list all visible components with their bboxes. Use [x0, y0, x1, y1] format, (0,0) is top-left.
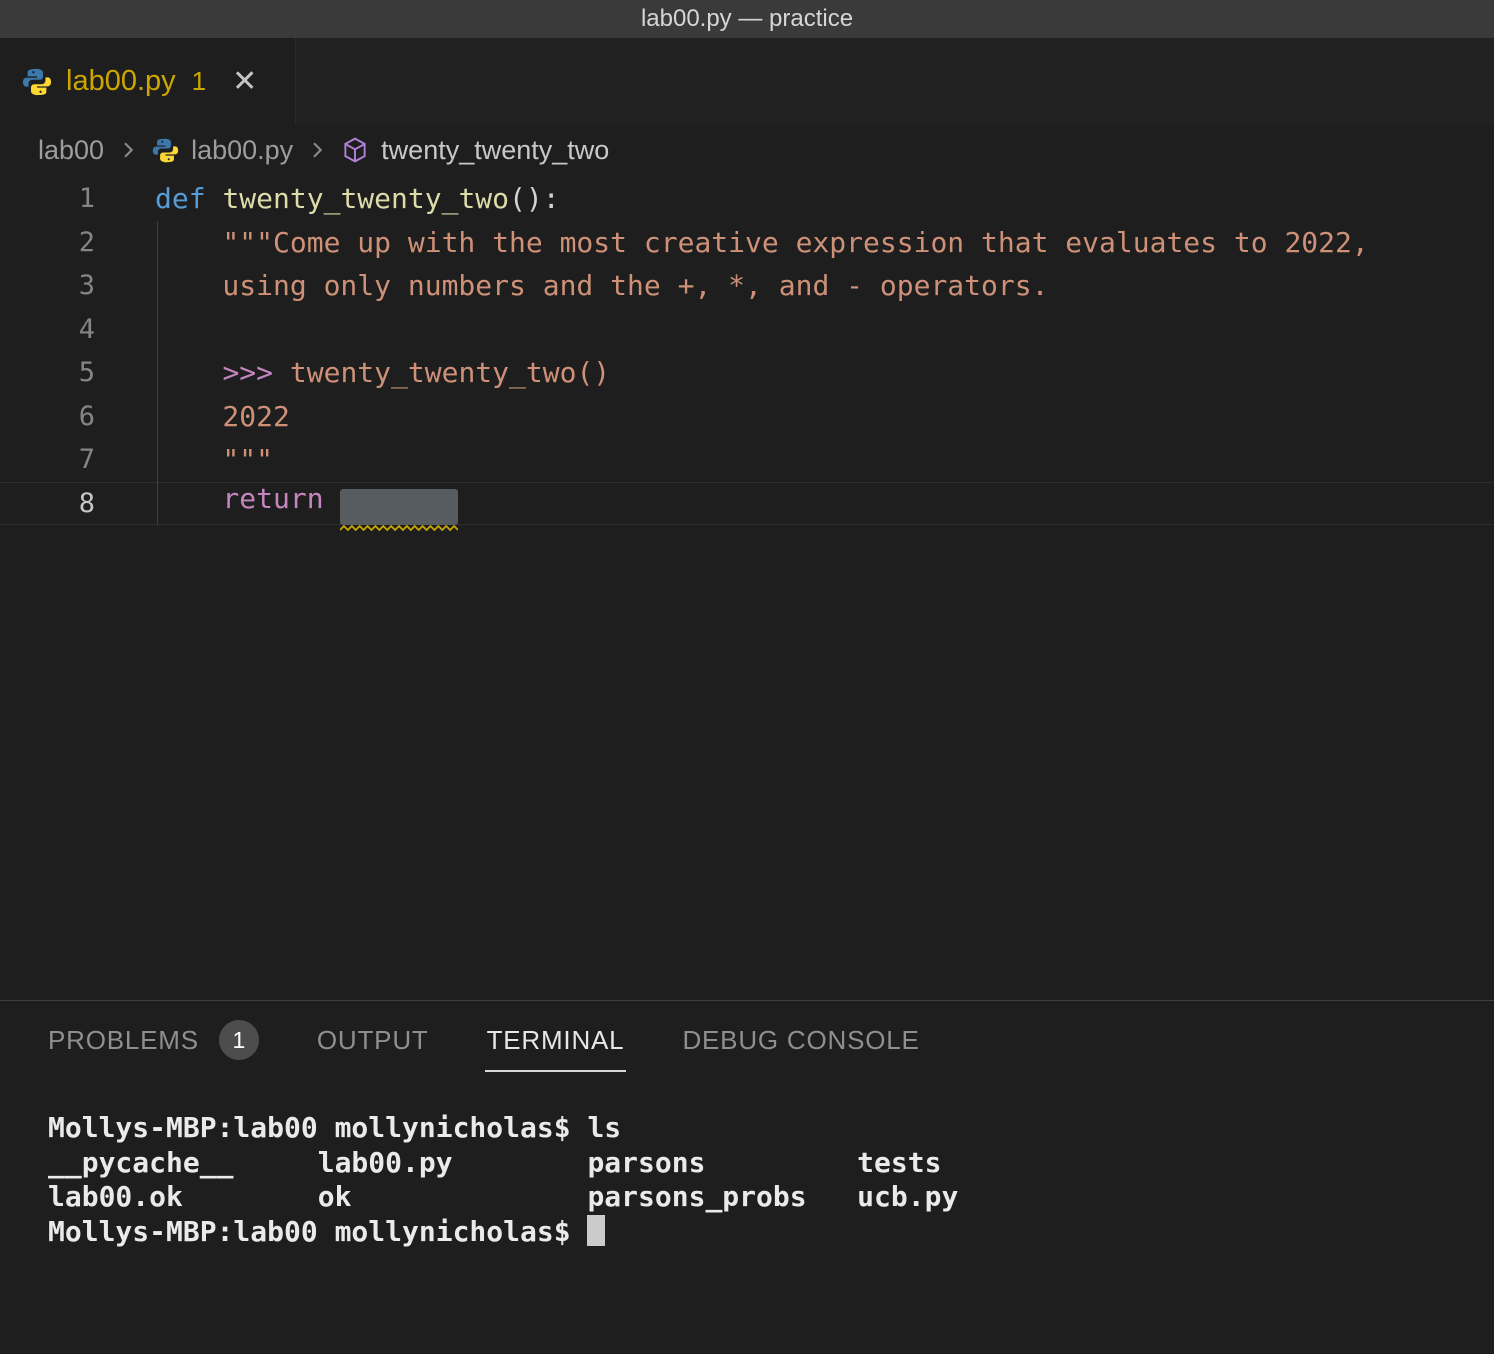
code-line-8[interactable]: 8 return — [0, 482, 1494, 526]
breadcrumb: lab00 lab00.py twenty_twenty_two — [0, 125, 1494, 175]
panel-tab-label: PROBLEMS — [48, 1025, 199, 1056]
code-text: using only numbers and the +, *, and - o… — [95, 269, 1048, 302]
python-file-icon — [22, 67, 52, 97]
answer-blank[interactable] — [340, 489, 458, 525]
tab-lab00py[interactable]: lab00.py 1 ✕ — [0, 38, 296, 125]
symbol-module-icon — [341, 136, 369, 164]
code-token: (): — [509, 182, 560, 215]
breadcrumb-folder[interactable]: lab00 — [38, 135, 104, 166]
panel-tab-label: TERMINAL — [487, 1025, 625, 1056]
title-bar: lab00.py — practice — [0, 0, 1494, 38]
panel-tab-label: DEBUG CONSOLE — [682, 1025, 919, 1056]
window-title: lab00.py — practice — [641, 5, 853, 33]
terminal[interactable]: Mollys-MBP:lab00 mollynicholas$ ls__pyca… — [0, 1085, 1494, 1354]
panel-tab-output[interactable]: OUTPUT — [315, 1015, 431, 1072]
code-line-7[interactable]: 7 """ — [0, 438, 1494, 482]
code-token: def — [155, 182, 222, 215]
panel-tab-terminal[interactable]: TERMINAL — [485, 1015, 627, 1072]
code-editor[interactable]: 1def twenty_twenty_two():2 """Come up wi… — [0, 175, 1494, 1000]
line-number[interactable]: 8 — [0, 488, 95, 519]
terminal-prompt: Mollys-MBP:lab00 mollynicholas$ — [48, 1215, 587, 1248]
editor-tab-bar: lab00.py 1 ✕ — [0, 38, 1494, 125]
code-text: def twenty_twenty_two(): — [95, 182, 560, 215]
code-token: twenty_twenty_two() — [290, 356, 610, 389]
tab-problems-badge: 1 — [192, 66, 206, 97]
code-text: """Come up with the most creative expres… — [95, 226, 1369, 259]
code-token: 2022 — [155, 400, 290, 433]
code-text: """ — [95, 443, 273, 476]
line-number[interactable]: 7 — [0, 444, 95, 475]
code-line-6[interactable]: 6 2022 — [0, 395, 1494, 439]
line-number[interactable]: 3 — [0, 270, 95, 301]
breadcrumb-file[interactable]: lab00.py — [191, 135, 293, 166]
line-number[interactable]: 2 — [0, 227, 95, 258]
panel-tab-label: OUTPUT — [317, 1025, 429, 1056]
line-number[interactable]: 1 — [0, 183, 95, 214]
panel-tab-problems[interactable]: PROBLEMS 1 — [46, 1010, 261, 1076]
code-token: return — [155, 482, 340, 515]
code-token: """ — [155, 443, 273, 476]
code-line-2[interactable]: 2 """Come up with the most creative expr… — [0, 221, 1494, 265]
indent-guide — [157, 221, 158, 525]
code-token: using only numbers and the +, *, and - o… — [155, 269, 1048, 302]
warning-squiggle-icon — [340, 525, 458, 531]
breadcrumb-symbol[interactable]: twenty_twenty_two — [381, 135, 609, 166]
terminal-line: Mollys-MBP:lab00 mollynicholas$ ls — [48, 1111, 1494, 1146]
terminal-cursor — [587, 1215, 605, 1246]
panel-tab-bar: PROBLEMS 1 OUTPUT TERMINAL DEBUG CONSOLE — [0, 1001, 1494, 1085]
code-line-5[interactable]: 5 >>> twenty_twenty_two() — [0, 351, 1494, 395]
code-token: >>> — [222, 356, 289, 389]
code-text: return — [95, 482, 458, 525]
terminal-line: __pycache__ lab00.py parsons tests — [48, 1146, 1494, 1181]
tab-label: lab00.py — [66, 65, 176, 98]
code-text: 2022 — [95, 400, 290, 433]
problems-count-badge: 1 — [219, 1020, 259, 1060]
close-icon[interactable]: ✕ — [232, 67, 257, 97]
code-token: """Come up with the most creative expres… — [155, 226, 1369, 259]
terminal-prompt-line: Mollys-MBP:lab00 mollynicholas$ — [48, 1215, 1494, 1250]
terminal-line: lab00.ok ok parsons_probs ucb.py — [48, 1180, 1494, 1215]
chevron-right-icon — [305, 138, 329, 162]
panel-tab-debug-console[interactable]: DEBUG CONSOLE — [680, 1015, 921, 1072]
code-line-3[interactable]: 3 using only numbers and the +, *, and -… — [0, 264, 1494, 308]
code-token: twenty_twenty_two — [222, 182, 509, 215]
line-number[interactable]: 4 — [0, 314, 95, 345]
code-text: >>> twenty_twenty_two() — [95, 356, 610, 389]
python-file-icon — [152, 137, 179, 164]
line-number[interactable]: 6 — [0, 401, 95, 432]
code-line-1[interactable]: 1def twenty_twenty_two(): — [0, 177, 1494, 221]
line-number[interactable]: 5 — [0, 357, 95, 388]
bottom-panel: PROBLEMS 1 OUTPUT TERMINAL DEBUG CONSOLE Mol… — [0, 1000, 1494, 1354]
chevron-right-icon — [116, 138, 140, 162]
vscode-window: lab00.py — practice lab00.py 1 ✕ lab00 — [0, 0, 1494, 1354]
editor-lines: 1def twenty_twenty_two():2 """Come up wi… — [0, 175, 1494, 525]
code-token — [155, 356, 222, 389]
code-line-4[interactable]: 4 — [0, 308, 1494, 352]
